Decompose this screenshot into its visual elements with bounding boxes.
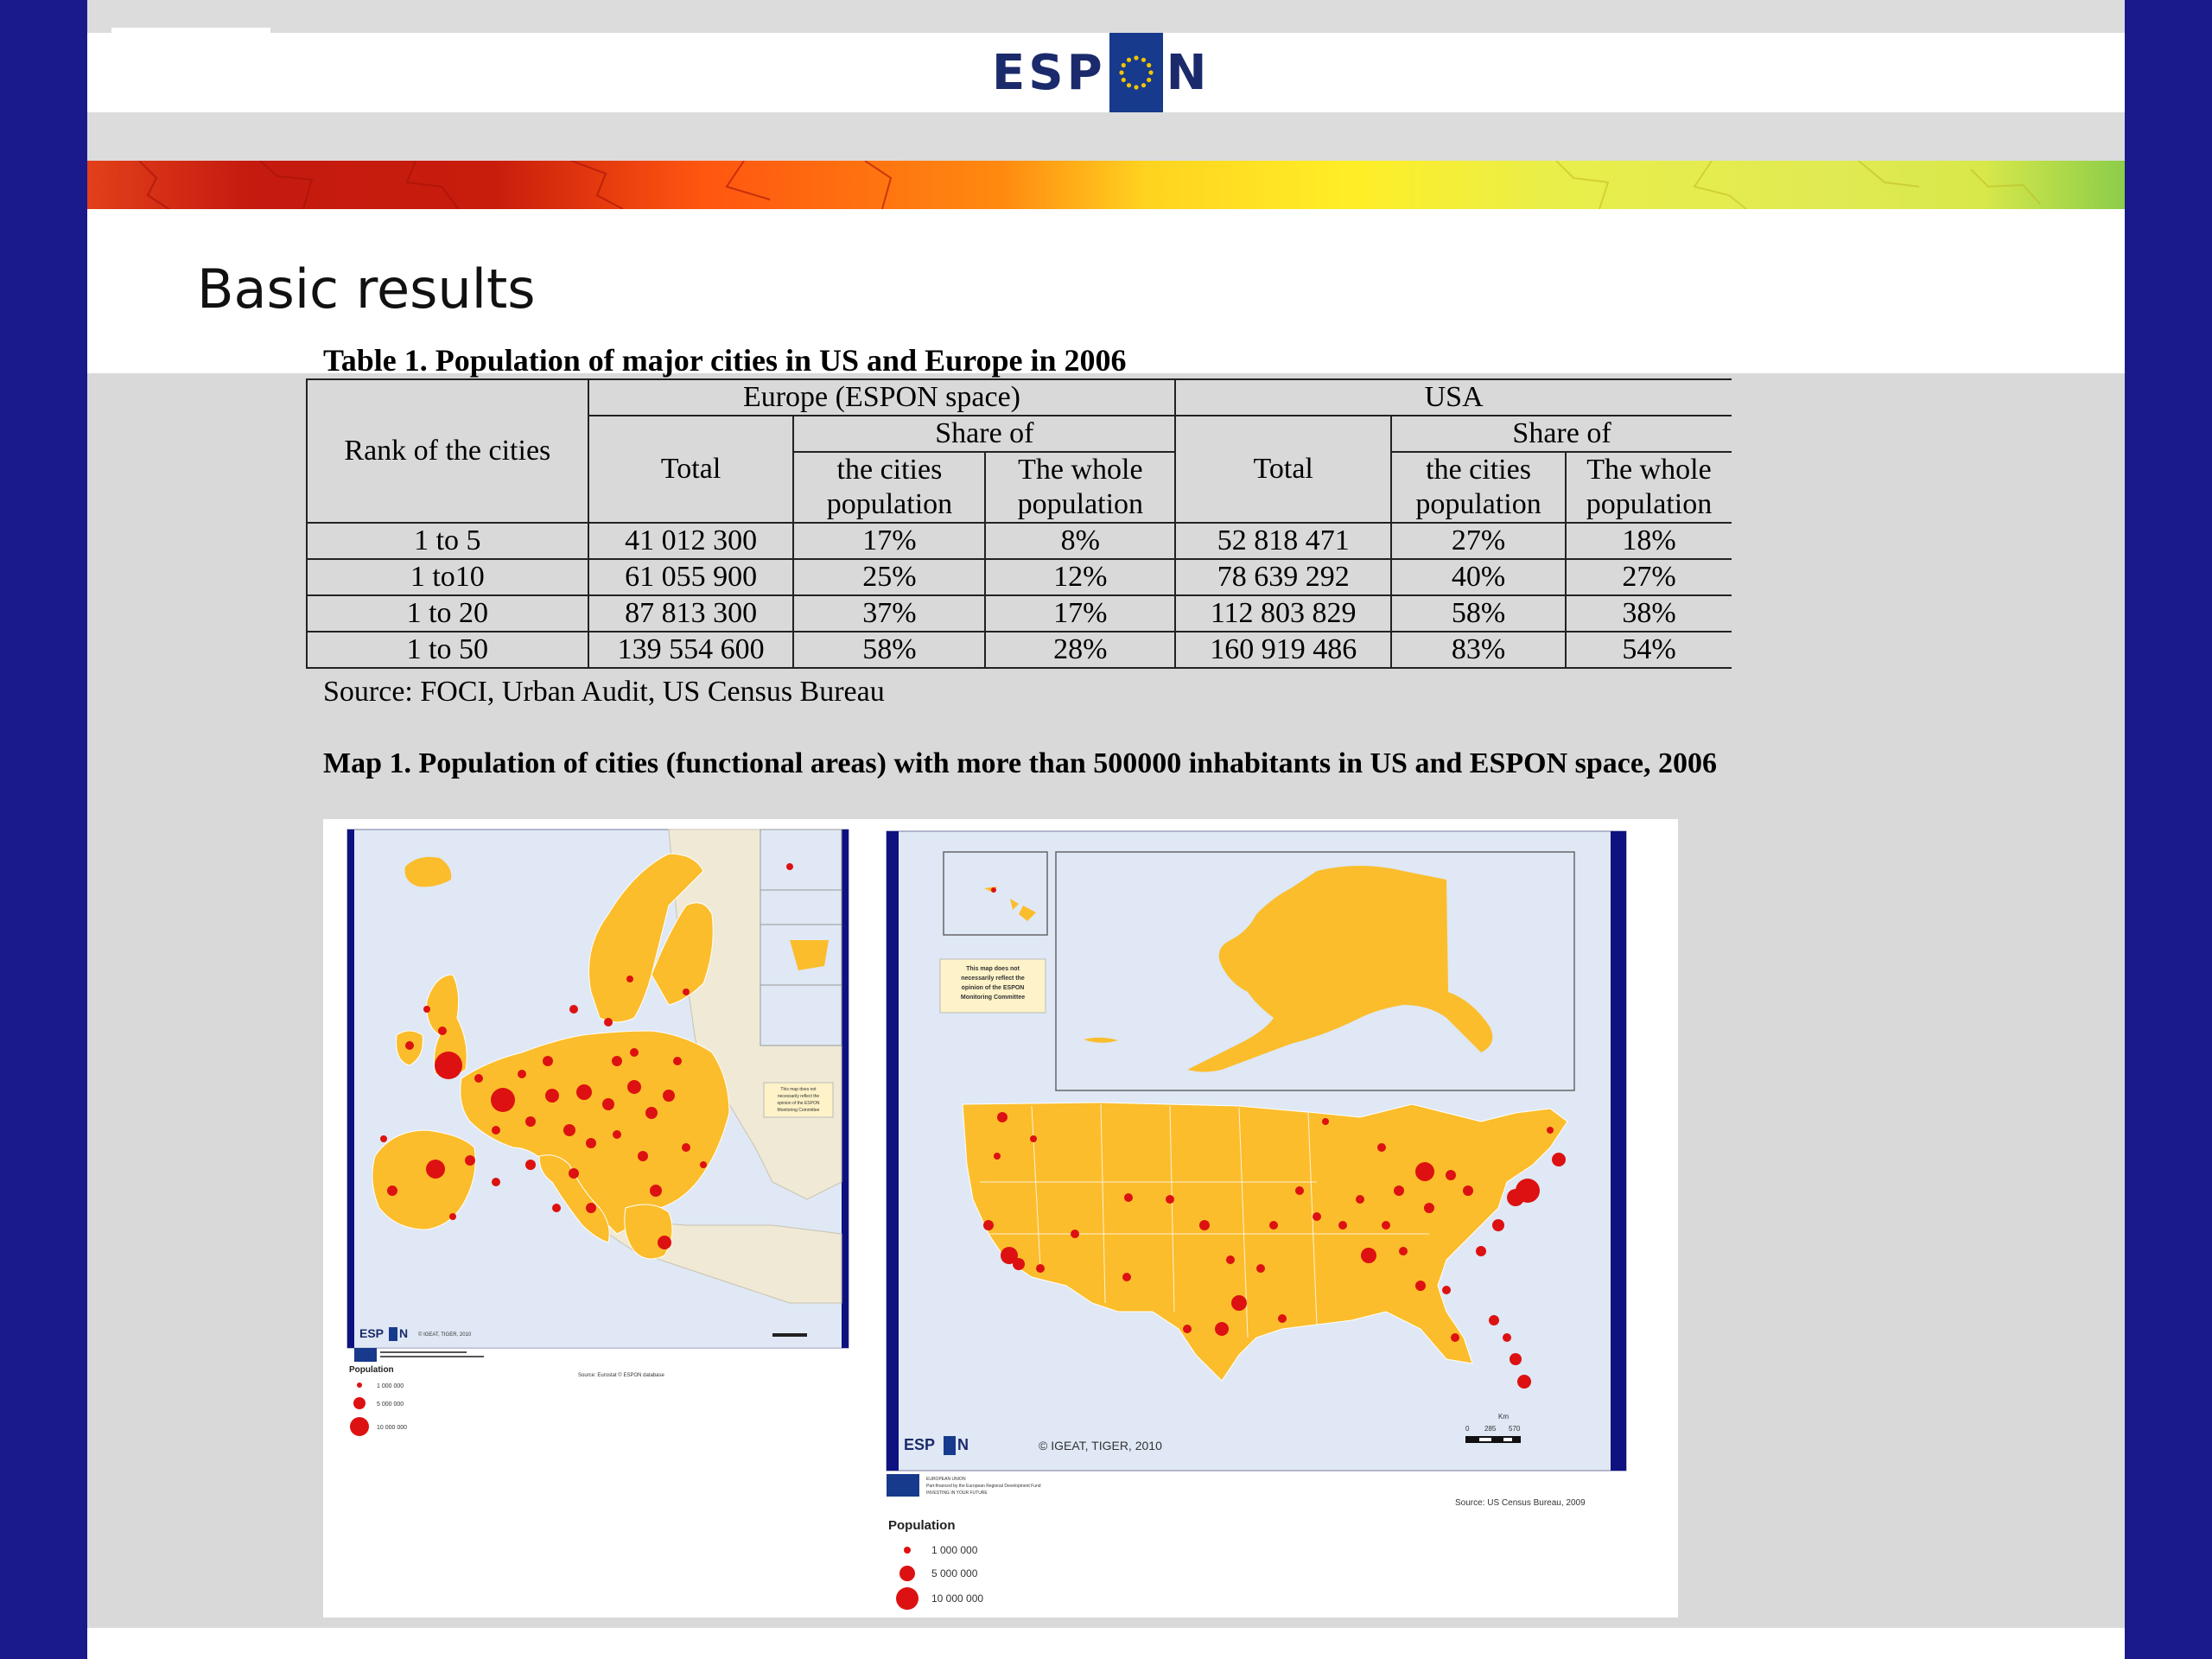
usa-eu-text-3: INVESTING IN YOUR FUTURE — [926, 1491, 988, 1496]
usa-eu-text-2: Part-financed by the European Regional D… — [926, 1484, 1041, 1489]
usa-scale-tick-1: 285 — [1484, 1425, 1497, 1433]
europe-disclaimer-line-1: This map does not — [780, 1087, 817, 1092]
cell-rank: 1 to 50 — [306, 631, 589, 669]
europe-legend-value-1: 1 000 000 — [377, 1383, 404, 1389]
header-usa: USA — [1174, 378, 1732, 416]
logo-text-left: ESP — [992, 44, 1106, 101]
maps-panel: This map does not necessarily reflect th… — [323, 819, 1678, 1618]
header-europe-whole-pop: The whole population — [984, 451, 1177, 524]
europe-disclaimer-line-3: opinion of the ESPON — [778, 1101, 820, 1106]
header-usa-total: Total — [1174, 415, 1393, 524]
cell-europe-total: 61 055 900 — [587, 558, 795, 596]
cell-usa-cities-share: 58% — [1390, 594, 1567, 632]
usa-map-copyright: © IGEAT, TIGER, 2010 — [1039, 1439, 1162, 1452]
header-europe-cities-pop: the cities population — [792, 451, 987, 524]
color-gradient-map-band — [87, 161, 2125, 209]
left-frame-bar — [0, 0, 87, 1659]
cell-europe-whole-share: 8% — [984, 522, 1177, 560]
table-source: Source: FOCI, Urban Audit, US Census Bur… — [323, 676, 885, 708]
usa-legend-value-2: 5 000 000 — [931, 1567, 978, 1580]
europe-map-source: Source: Eurostat © ESPON database — [578, 1372, 664, 1378]
usa-espon-logo-right: N — [957, 1436, 969, 1453]
logo-text-right: N — [1166, 44, 1211, 101]
espon-logo: ESP N — [992, 33, 1211, 112]
cell-rank: 1 to10 — [306, 558, 589, 596]
header-tab — [111, 28, 270, 48]
cell-usa-total: 78 639 292 — [1174, 558, 1393, 596]
cell-usa-total: 160 919 486 — [1174, 631, 1393, 669]
cell-usa-whole-share: 38% — [1565, 594, 1732, 632]
cell-europe-whole-share: 17% — [984, 594, 1177, 632]
cell-europe-cities-share: 25% — [792, 558, 987, 596]
usa-scale-tick-0: 0 — [1465, 1425, 1470, 1433]
bottom-strip — [87, 1628, 2125, 1659]
cell-europe-total: 139 554 600 — [587, 631, 795, 669]
header-usa-cities-pop: the cities population — [1390, 451, 1567, 524]
usa-legend-value-3: 10 000 000 — [931, 1592, 983, 1605]
map-caption: Map 1. Population of cities (functional … — [323, 747, 1717, 779]
table-row: 1 to 50 139 554 600 58% 28% 160 919 486 … — [306, 631, 1732, 669]
usa-espon-logo-left: ESP — [904, 1436, 935, 1453]
usa-legend-value-1: 1 000 000 — [931, 1544, 978, 1556]
eu-stars-icon — [1109, 33, 1163, 112]
table-caption: Table 1. Population of major cities in U… — [323, 343, 1127, 378]
gray-band — [87, 112, 2125, 161]
header-europe: Europe (ESPON space) — [587, 378, 1177, 416]
table-row: 1 to 5 41 012 300 17% 8% 52 818 471 27% … — [306, 522, 1732, 560]
header-usa-share: Share of — [1390, 415, 1732, 453]
header-europe-share: Share of — [792, 415, 1177, 453]
europe-espon-logo-right: N — [399, 1326, 408, 1340]
cell-europe-cities-share: 37% — [792, 594, 987, 632]
usa-map: This map does not necessarily reflect th… — [886, 830, 1627, 1610]
top-strip — [87, 0, 2125, 33]
cell-usa-total: 112 803 829 — [1174, 594, 1393, 632]
population-table: Rank of the cities Europe (ESPON space) … — [306, 378, 1732, 669]
slide-title: Basic results — [197, 257, 536, 321]
cell-usa-cities-share: 27% — [1390, 522, 1567, 560]
europe-legend-value-3: 10 000 000 — [377, 1425, 407, 1431]
cell-europe-total: 87 813 300 — [587, 594, 795, 632]
usa-legend-title: Population — [888, 1518, 956, 1533]
europe-disclaimer-line-2: necessarily reflect the — [778, 1094, 820, 1099]
table-header-row: Rank of the cities Europe (ESPON space) … — [306, 378, 1732, 524]
europe-map: This map does not necessarily reflect th… — [346, 829, 849, 1436]
cell-usa-whole-share: 27% — [1565, 558, 1732, 596]
usa-disclaimer-line-2: necessarily reflect the — [961, 976, 1025, 982]
europe-legend-title: Population — [349, 1365, 394, 1375]
header-rank: Rank of the cities — [306, 378, 589, 524]
europe-legend-value-2: 5 000 000 — [377, 1402, 404, 1408]
europe-disclaimer-line-4: Monitoring Committee — [778, 1108, 820, 1113]
header-band: ESP N — [87, 28, 2125, 112]
europe-espon-logo-left: ESP — [359, 1326, 384, 1340]
cell-europe-cities-share: 17% — [792, 522, 987, 560]
cell-rank: 1 to 5 — [306, 522, 589, 560]
usa-map-source: Source: US Census Bureau, 2009 — [1455, 1498, 1586, 1508]
usa-disclaimer-line-3: opinion of the ESPON — [962, 985, 1025, 991]
table-row: 1 to10 61 055 900 25% 12% 78 639 292 40%… — [306, 558, 1732, 596]
cell-usa-cities-share: 40% — [1390, 558, 1567, 596]
cell-usa-cities-share: 83% — [1390, 631, 1567, 669]
header-usa-whole-pop: The whole population — [1565, 451, 1732, 524]
cell-europe-whole-share: 12% — [984, 558, 1177, 596]
cell-rank: 1 to 20 — [306, 594, 589, 632]
right-frame-bar — [2125, 0, 2212, 1659]
usa-scale-unit: Km — [1498, 1413, 1509, 1421]
europe-map-copyright: © IGEAT, TIGER, 2010 — [418, 1332, 472, 1338]
cell-usa-whole-share: 54% — [1565, 631, 1732, 669]
cell-europe-cities-share: 58% — [792, 631, 987, 669]
cell-usa-total: 52 818 471 — [1174, 522, 1393, 560]
header-europe-total: Total — [587, 415, 795, 524]
table-row: 1 to 20 87 813 300 37% 17% 112 803 829 5… — [306, 594, 1732, 632]
cell-usa-whole-share: 18% — [1565, 522, 1732, 560]
usa-scale-tick-2: 570 — [1509, 1425, 1521, 1433]
usa-disclaimer-line-1: This map does not — [966, 966, 1020, 972]
usa-eu-text-1: EUROPEAN UNION — [926, 1477, 966, 1482]
usa-disclaimer-line-4: Monitoring Committee — [961, 995, 1025, 1001]
cell-europe-total: 41 012 300 — [587, 522, 795, 560]
cell-europe-whole-share: 28% — [984, 631, 1177, 669]
